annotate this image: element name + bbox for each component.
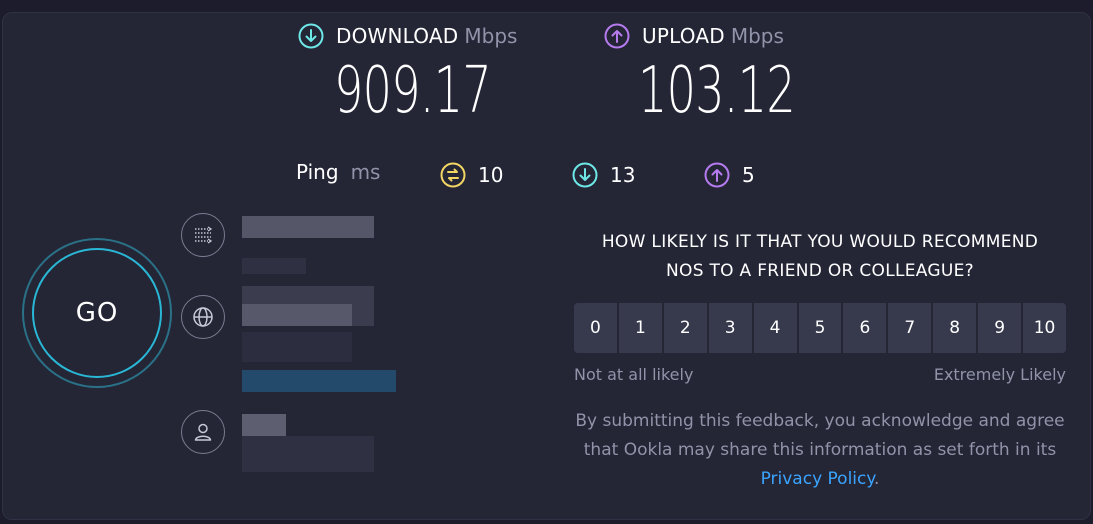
download-value: 909.17 — [334, 54, 492, 128]
upload-value: 103.12 — [638, 54, 796, 128]
connections-icon[interactable] — [181, 213, 225, 257]
ping-unit: ms — [350, 160, 381, 184]
ping-upload-value: 5 — [742, 163, 755, 187]
nps-score-3[interactable]: 3 — [708, 303, 754, 353]
privacy-policy-link[interactable]: Privacy Policy — [761, 469, 874, 489]
nps-score-2[interactable]: 2 — [663, 303, 709, 353]
upload-label: UPLOAD — [642, 24, 725, 48]
ping-upload-icon — [704, 162, 730, 188]
redacted-user-name — [242, 414, 286, 436]
feedback-disclaimer: By submitting this feedback, you acknowl… — [560, 407, 1080, 494]
redacted-server-location — [242, 332, 352, 362]
ping-upload: 5 — [704, 162, 755, 188]
nps-scale: 0 1 2 3 4 5 6 7 8 9 10 — [574, 303, 1066, 353]
ping-row: Ping ms — [296, 160, 380, 184]
nps-high-label: Extremely Likely — [933, 365, 1066, 384]
disclaimer-text: By submitting this feedback, you acknowl… — [575, 411, 1065, 460]
ping-idle-value: 10 — [478, 163, 504, 187]
nps-score-4[interactable]: 4 — [753, 303, 799, 353]
globe-icon[interactable] — [181, 295, 225, 339]
download-metric: DOWNLOAD Mbps 909.17 — [298, 22, 552, 126]
ping-idle: 10 — [440, 162, 503, 188]
nps-score-1[interactable]: 1 — [618, 303, 664, 353]
nps-question: HOW LIKELY IS IT THAT YOU WOULD RECOMMEN… — [560, 228, 1080, 286]
nps-score-8[interactable]: 8 — [933, 303, 979, 353]
nps-low-label: Not at all likely — [574, 365, 694, 384]
ping-label: Ping — [296, 160, 339, 184]
nps-score-7[interactable]: 7 — [888, 303, 934, 353]
redacted-provider-ip — [242, 258, 306, 274]
upload-metric: UPLOAD Mbps 103.12 — [604, 22, 856, 126]
nps-score-5[interactable]: 5 — [798, 303, 844, 353]
nps-score-10[interactable]: 10 — [1023, 303, 1066, 353]
ping-download-value: 13 — [610, 163, 636, 187]
upload-unit: Mbps — [730, 24, 784, 48]
ping-download-icon — [572, 162, 598, 188]
disclaimer-end: . — [874, 469, 880, 489]
redacted-provider-name — [242, 216, 374, 238]
nps-question-line2: NOS TO A FRIEND OR COLLEAGUE? — [666, 261, 974, 281]
download-label: DOWNLOAD — [336, 24, 459, 48]
nps-score-9[interactable]: 9 — [978, 303, 1024, 353]
ping-download: 13 — [572, 162, 635, 188]
nps-question-line1: HOW LIKELY IS IT THAT YOU WOULD RECOMMEN… — [601, 232, 1039, 252]
ping-idle-icon — [440, 162, 466, 188]
download-arrow-icon — [298, 23, 324, 49]
nps-score-0[interactable]: 0 — [574, 303, 619, 353]
go-button[interactable]: GO — [32, 248, 162, 378]
redacted-server-name-strong — [242, 304, 352, 326]
redacted-change-server-link[interactable] — [242, 370, 396, 392]
upload-arrow-icon — [604, 23, 630, 49]
redacted-user-detail — [242, 436, 374, 472]
download-unit: Mbps — [464, 24, 518, 48]
user-icon[interactable] — [181, 410, 225, 454]
nps-score-6[interactable]: 6 — [843, 303, 889, 353]
go-button-label: GO — [75, 298, 119, 328]
